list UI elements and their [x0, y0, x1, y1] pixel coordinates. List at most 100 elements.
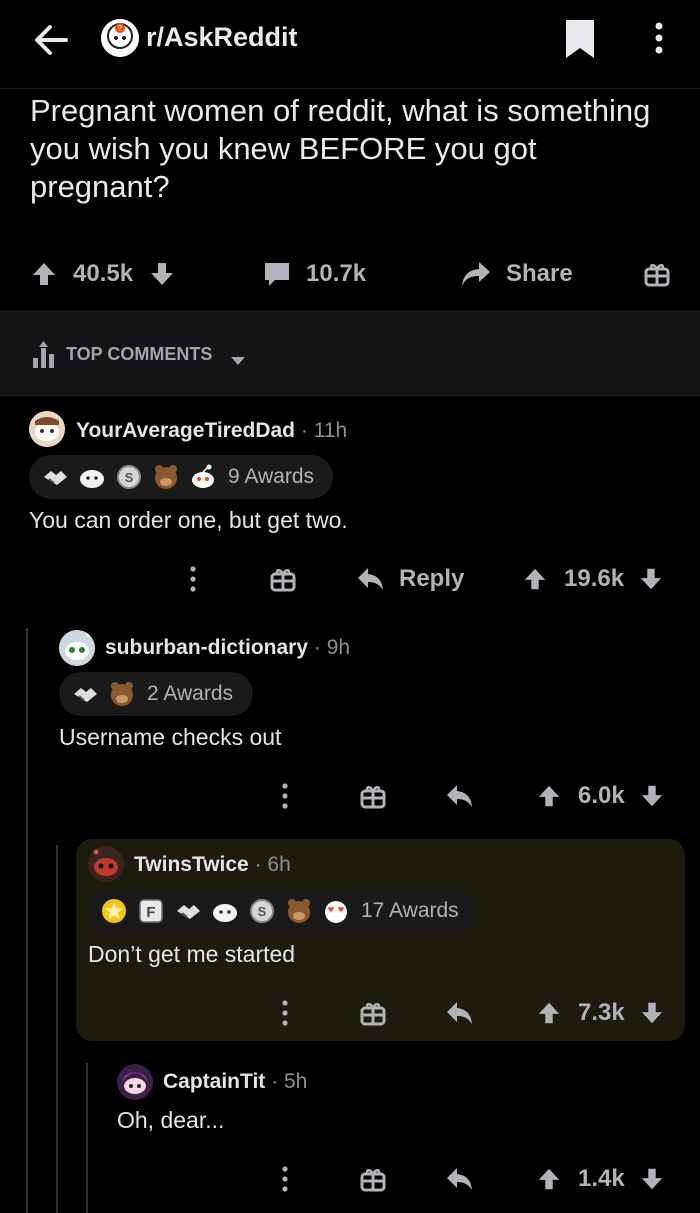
reply-arrow-icon: [447, 1002, 472, 1024]
comment-more-button[interactable]: [275, 1157, 295, 1201]
avatar[interactable]: [88, 846, 124, 882]
username[interactable]: YourAverageTiredDad: [76, 419, 295, 442]
reply-button[interactable]: Reply: [357, 557, 464, 601]
upvote-icon[interactable]: [536, 1166, 562, 1192]
sort-label: TOP COMMENTS: [66, 344, 213, 364]
reply-arrow-icon: [447, 785, 472, 807]
comment-score: 7.3k: [578, 999, 625, 1026]
post-comment-count: 10.7k: [306, 260, 367, 287]
more-options-icon: [282, 1000, 288, 1026]
username[interactable]: suburban-dictionary: [105, 636, 308, 659]
thread-line[interactable]: [26, 628, 28, 1213]
wholesome-face-award-icon: [213, 904, 237, 922]
reply-button[interactable]: [446, 1157, 474, 1201]
comment-award-button[interactable]: [360, 1157, 386, 1201]
comment-award-button[interactable]: [360, 774, 386, 818]
comment-more-button[interactable]: [183, 557, 203, 601]
comment-score: 1.4k: [578, 1165, 625, 1192]
back-arrow-icon[interactable]: [30, 20, 70, 60]
comment-vote-group: 1.4k: [536, 1157, 665, 1201]
post-comments-button[interactable]: 10.7k: [262, 246, 366, 302]
svg-text:F: F: [146, 904, 155, 921]
comment-award-button[interactable]: [270, 557, 296, 601]
avatar[interactable]: [59, 630, 95, 666]
share-button[interactable]: Share: [460, 246, 573, 302]
more-options-icon: [190, 566, 196, 592]
downvote-icon[interactable]: [148, 260, 176, 288]
comment-vote-group: 19.6k: [522, 557, 664, 601]
comment-timestamp: · 6h: [254, 853, 291, 876]
top-bar: ? r/AskReddit: [0, 0, 700, 89]
awards-count: 9 Awards: [228, 465, 314, 488]
silver-award-icon: S: [117, 465, 141, 489]
gift-icon: [360, 1003, 386, 1026]
downvote-icon[interactable]: [639, 783, 665, 809]
downvote-icon[interactable]: [638, 566, 664, 592]
upvote-icon[interactable]: [536, 1000, 562, 1026]
awards-pill[interactable]: 2 Awards: [59, 672, 253, 716]
subreddit-name[interactable]: r/AskReddit: [146, 22, 298, 53]
post-score: 40.5k: [73, 260, 134, 287]
more-options-icon[interactable]: [646, 18, 672, 58]
handshake-award-icon: [177, 905, 200, 919]
more-options-icon: [282, 783, 288, 809]
comment-actions: 7.3k: [0, 991, 700, 1035]
f-award-icon: F: [139, 899, 163, 923]
bear-award-icon: [111, 682, 133, 706]
comment-more-button[interactable]: [275, 774, 295, 818]
comment-author[interactable]: YourAverageTiredDad · 11h: [76, 419, 347, 443]
comment-body: Oh, dear...: [117, 1107, 225, 1133]
snoo-avatar-icon: [29, 411, 65, 447]
username[interactable]: CaptainTit: [163, 1070, 265, 1093]
downvote-icon[interactable]: [639, 1000, 665, 1026]
comment-score: 19.6k: [564, 565, 625, 592]
post-vote-group: 40.5k: [30, 246, 176, 302]
snoo-avatar-icon: [117, 1064, 153, 1100]
bear-award-icon: [155, 465, 177, 489]
comment-vote-group: 7.3k: [536, 991, 665, 1035]
upvote-icon[interactable]: [536, 783, 562, 809]
askreddit-logo-icon: ?: [101, 19, 139, 57]
wholesome-face-award-icon: [80, 470, 104, 488]
post-actions-bar: 40.5k 10.7k Share: [0, 246, 700, 302]
comment-timestamp: · 9h: [313, 636, 351, 659]
comment-actions: Reply 19.6k: [0, 557, 700, 601]
snoo-avatar-icon: [88, 846, 124, 882]
bookmark-icon[interactable]: [560, 18, 600, 60]
subreddit-avatar[interactable]: ?: [101, 19, 139, 57]
comment-timestamp: · 5h: [271, 1070, 308, 1093]
gift-icon: [270, 569, 296, 592]
avatar[interactable]: [29, 411, 65, 447]
awards-pill[interactable]: F S 17 Awards: [88, 889, 475, 933]
gift-icon: [360, 786, 386, 809]
sort-top-icon: [33, 341, 54, 368]
comment-actions: 6.0k: [0, 774, 700, 818]
upvote-icon[interactable]: [30, 260, 58, 288]
post-award-button[interactable]: [644, 246, 670, 302]
heart-eyes-award-icon: [325, 901, 347, 923]
comment-award-button[interactable]: [360, 991, 386, 1035]
comment-author[interactable]: suburban-dictionary · 9h: [105, 636, 350, 660]
reply-button[interactable]: [446, 991, 474, 1035]
comment-timestamp: · 11h: [300, 419, 348, 442]
upvote-icon[interactable]: [522, 566, 548, 592]
avatar[interactable]: [117, 1064, 153, 1100]
comment-more-button[interactable]: [275, 991, 295, 1035]
comment-author[interactable]: CaptainTit · 5h: [163, 1070, 307, 1094]
star-award-icon: [102, 899, 126, 923]
svg-text:S: S: [258, 904, 267, 919]
downvote-icon[interactable]: [639, 1166, 665, 1192]
comment-sort-bar[interactable]: TOP COMMENTS: [0, 310, 700, 397]
comment-body: Don’t get me started: [88, 941, 296, 967]
awards-pill[interactable]: S 9 Awards: [29, 455, 333, 499]
reply-arrow-icon: [358, 568, 383, 590]
username[interactable]: TwinsTwice: [134, 853, 249, 876]
comment-vote-group: 6.0k: [536, 774, 665, 818]
reply-button[interactable]: [446, 774, 474, 818]
comment-score: 6.0k: [578, 782, 625, 809]
awards-count: 2 Awards: [147, 682, 233, 705]
post-title: Pregnant women of reddit, what is someth…: [30, 93, 651, 204]
gift-icon: [360, 1169, 386, 1192]
snoo-avatar-icon: [59, 630, 95, 666]
comment-author[interactable]: TwinsTwice · 6h: [134, 853, 291, 877]
